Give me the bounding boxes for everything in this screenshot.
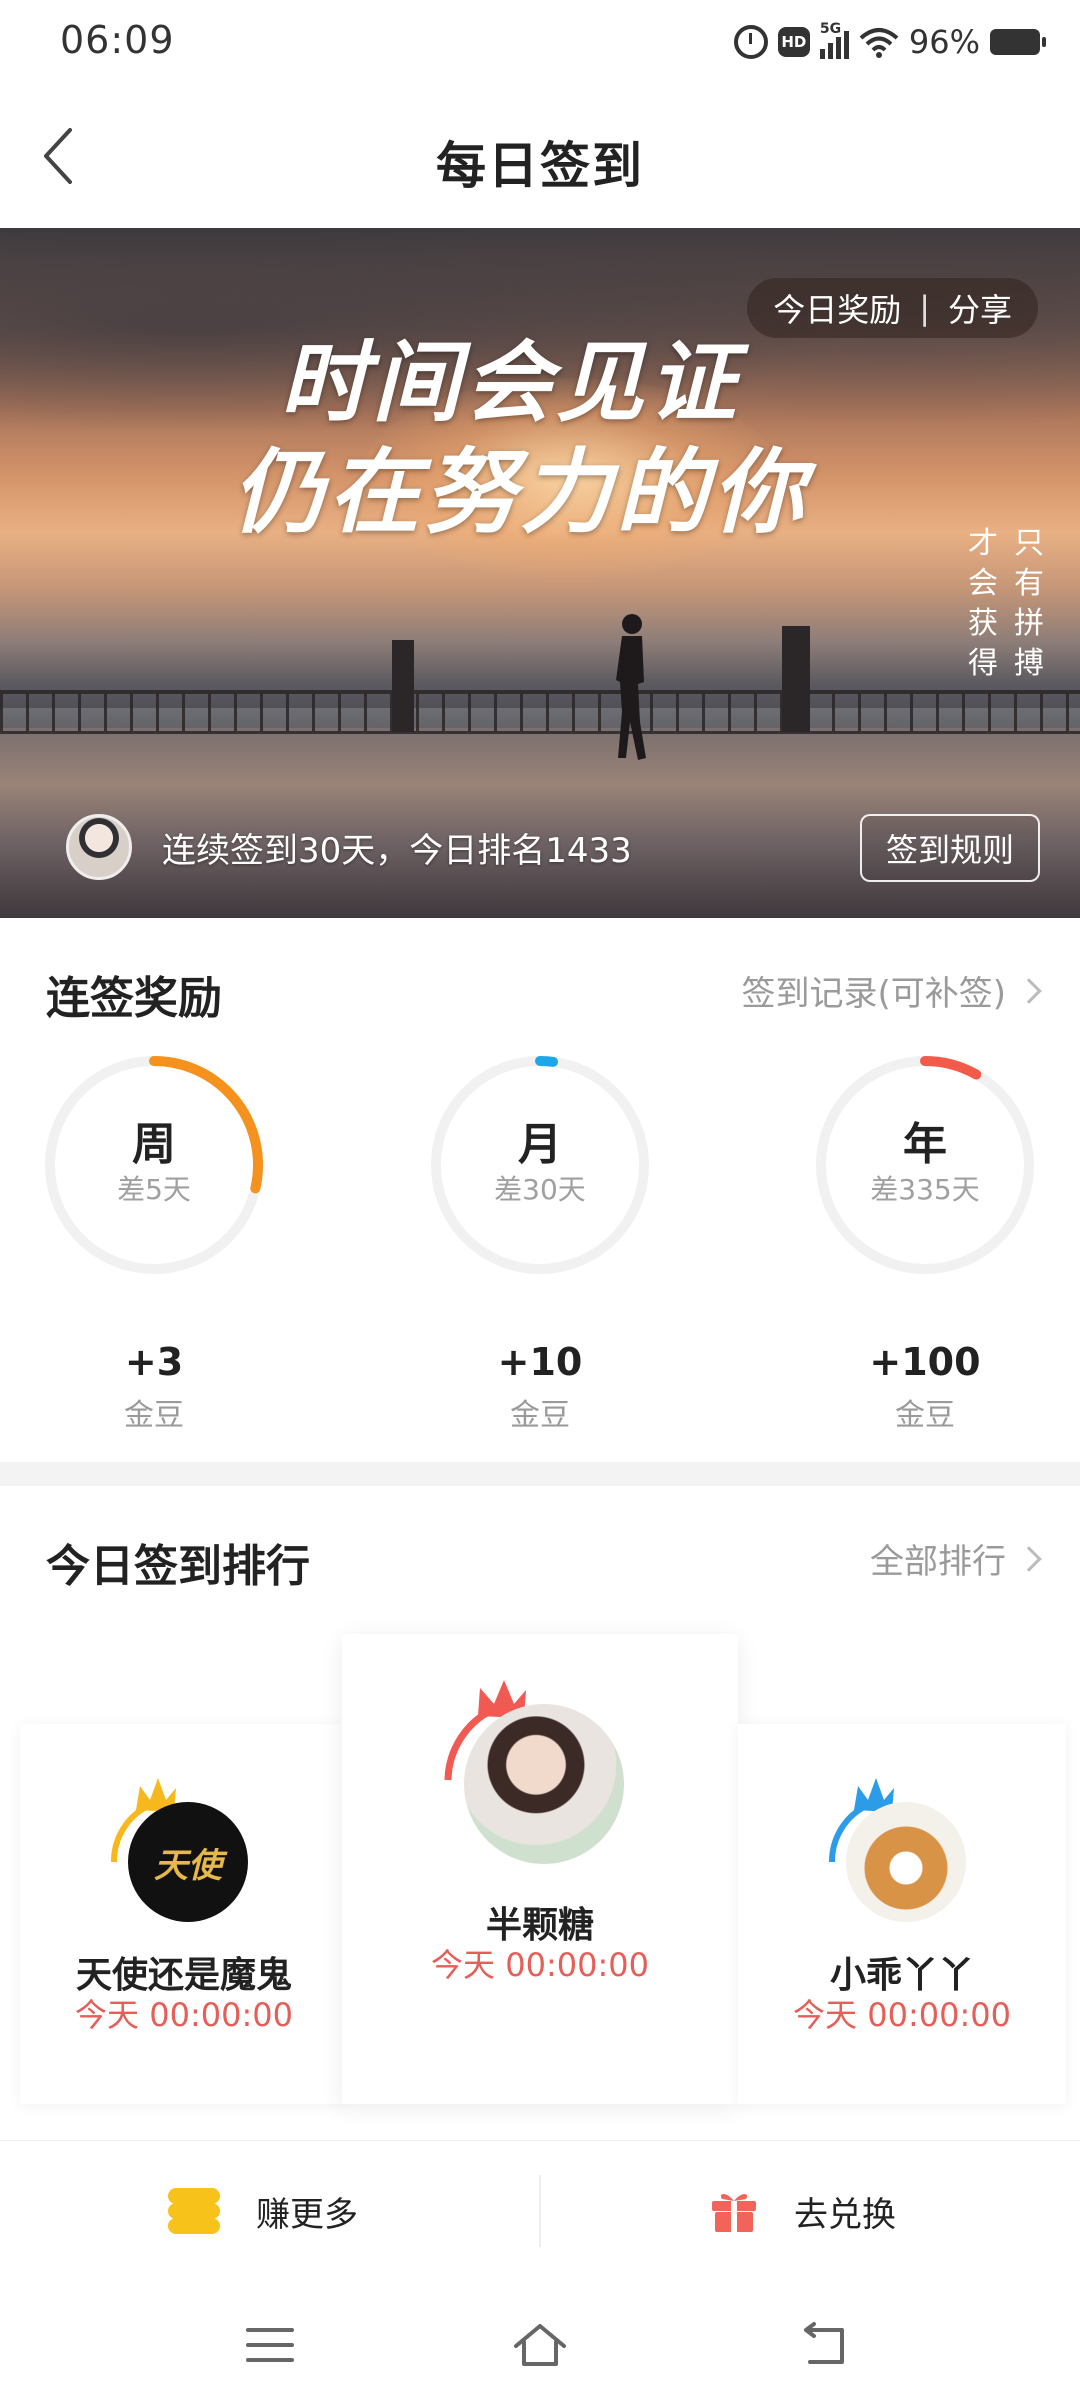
streak-rings: 周 差5天 +3 金豆 月 差30天 +10 金豆 年 差335天 +100 金… [0, 1050, 1080, 1433]
section-divider [0, 1462, 1080, 1486]
chevron-right-icon [1016, 1545, 1042, 1572]
all-ranking-label: 全部排行 [870, 1542, 1006, 1582]
signin-record-label: 签到记录(可补签) [741, 974, 1006, 1014]
signin-rules-button[interactable]: 签到规则 [860, 814, 1040, 882]
hero-vertical-col1: 只有拼搏 [1014, 526, 1044, 681]
all-ranking-link[interactable]: 全部排行 [870, 1534, 1042, 1583]
today-reward-link[interactable]: 今日奖励 [773, 285, 901, 331]
hero-vertical-col2: 才会获得 [968, 526, 998, 681]
share-link[interactable]: 分享 [948, 285, 1012, 331]
ring-week-unit: 金豆 [124, 1398, 184, 1433]
ring-year[interactable]: 年 差335天 +100 金豆 [810, 1050, 1040, 1434]
menu-icon [246, 2328, 294, 2362]
rank-second-avatar-text: 天使 [154, 1845, 222, 1886]
rank-first-avatar-wrap [444, 1680, 630, 1864]
title-bar: 每日签到 [0, 84, 1080, 228]
hero-quote-line2: 仍在努力的你 [231, 438, 808, 546]
rank-second-avatar: 天使 [128, 1802, 248, 1922]
ring-week-bonus: +3 [124, 1340, 184, 1384]
rank-second-time: 今天 00:00:00 [75, 1996, 293, 2034]
user-avatar[interactable] [66, 814, 132, 880]
ring-year-remaining: 差335天 [870, 1173, 980, 1206]
hero-banner: 今日奖励 | 分享 时间会见证 仍在努力的你 只有拼搏 才会获得 连续签到30天… [0, 228, 1080, 918]
back-nav-button[interactable] [784, 2310, 864, 2380]
coin-stack-icon [168, 2188, 220, 2234]
hero-user-row: 连续签到30天，今日排名1433 [66, 814, 632, 880]
chevron-right-icon [1016, 977, 1042, 1004]
ring-year-unit: 金豆 [895, 1398, 955, 1433]
rank-card-first[interactable]: 半颗糖 今天 00:00:00 [342, 1634, 738, 2104]
menu-button[interactable] [230, 2310, 310, 2380]
ring-week[interactable]: 周 差5天 +3 金豆 [39, 1050, 269, 1434]
ring-month[interactable]: 月 差30天 +10 金豆 [425, 1050, 655, 1434]
status-bar: 06:09 HD 5G 96% [0, 0, 1080, 84]
signin-record-link[interactable]: 签到记录(可补签) [741, 966, 1042, 1015]
rank-second-avatar-wrap: 天使 [110, 1778, 254, 1922]
home-button[interactable] [500, 2310, 580, 2380]
hero-vertical-slogan: 只有拼搏 才会获得 [966, 524, 1046, 684]
status-time: 06:09 [60, 18, 175, 62]
hero-post-left [392, 640, 414, 732]
streak-text: 连续签到30天，今日排名1433 [162, 830, 632, 871]
earn-more-label: 赚更多 [256, 2194, 358, 2235]
alarm-icon [733, 25, 768, 59]
system-nav-bar [0, 2280, 1080, 2408]
streak-rewards-title: 连签奖励 [46, 973, 222, 1024]
return-icon [804, 2322, 844, 2364]
signal-icon: 5G [819, 21, 849, 59]
hero-person-silhouette [616, 614, 646, 760]
earn-more-button[interactable]: 赚更多 [168, 2141, 358, 2281]
network-type: 5G [819, 21, 842, 37]
ring-month-remaining: 差30天 [494, 1173, 586, 1206]
rank-first-time: 今天 00:00:00 [431, 1946, 649, 1984]
bottom-action-bar: 赚更多 去兑换 [0, 2140, 1080, 2280]
ring-year-label: 年 [903, 1119, 947, 1170]
battery-percent: 96% [908, 23, 980, 61]
ring-month-bonus: +10 [497, 1340, 583, 1384]
ring-year-bonus: +100 [869, 1340, 981, 1384]
home-icon [514, 2324, 566, 2366]
page-title: 每日签到 [436, 137, 644, 195]
ring-week-label: 周 [132, 1119, 176, 1170]
ranking-title: 今日签到排行 [46, 1541, 310, 1592]
ring-month-unit: 金豆 [510, 1398, 570, 1433]
redeem-label: 去兑换 [794, 2194, 896, 2235]
gift-icon [712, 2194, 756, 2232]
rank-third-time: 今天 00:00:00 [793, 1996, 1011, 2034]
action-divider [539, 2175, 541, 2247]
status-icons: HD 5G 96% [733, 20, 1046, 64]
hd-icon: HD [777, 27, 810, 57]
hero-quote: 时间会见证 仍在努力的你 [160, 328, 860, 548]
rank-card-second[interactable]: 天使 天使还是魔鬼 今天 00:00:00 [20, 1724, 348, 2104]
pill-separator: | [919, 289, 930, 327]
battery-icon [990, 29, 1046, 55]
hero-railing [0, 690, 1080, 734]
rank-third-avatar-wrap [828, 1778, 972, 1922]
ring-month-label: 月 [518, 1119, 562, 1170]
redeem-button[interactable]: 去兑换 [710, 2141, 896, 2281]
wifi-icon [859, 26, 899, 58]
hero-post-right [782, 626, 810, 732]
rank-first-avatar [464, 1704, 624, 1864]
ranking-podium: 天使 天使还是魔鬼 今天 00:00:00 半颗糖 今天 00:00:00 小乖… [0, 1620, 1080, 2120]
ring-week-remaining: 差5天 [117, 1173, 191, 1206]
rank-third-avatar [846, 1802, 966, 1922]
hero-quote-line1: 时间会见证 [279, 330, 740, 434]
rank-card-third[interactable]: 小乖丫丫 今天 00:00:00 [738, 1724, 1066, 2104]
